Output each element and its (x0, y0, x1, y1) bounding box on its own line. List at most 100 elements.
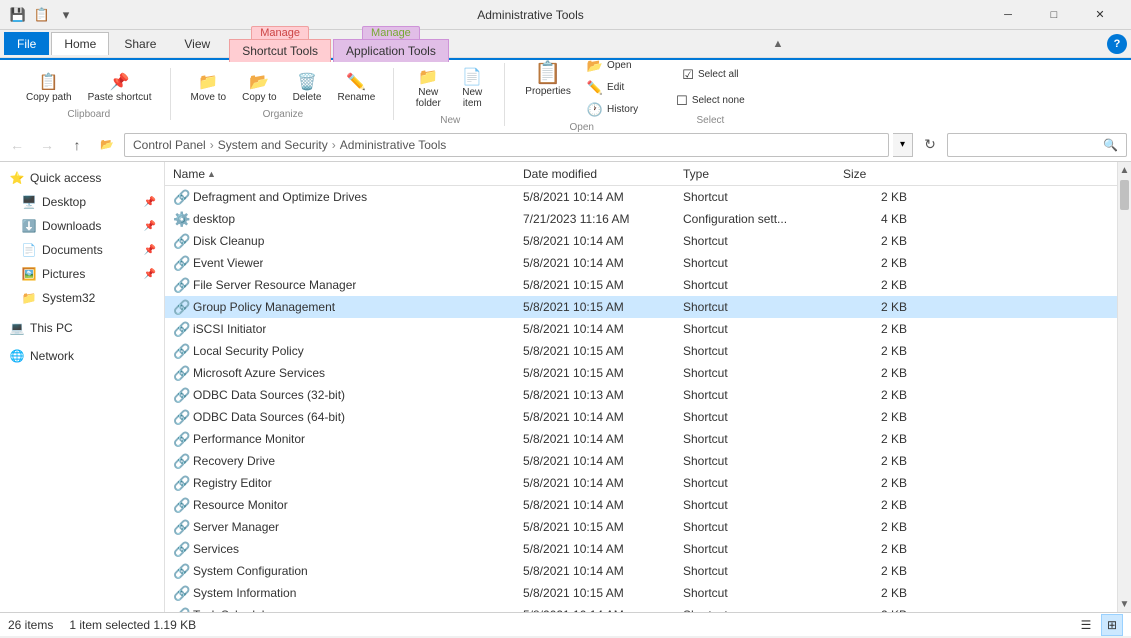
table-row[interactable]: 🔗 System Configuration 5/8/2021 10:14 AM… (165, 560, 1117, 582)
file-type: Shortcut (675, 190, 835, 204)
sidebar-item-system32[interactable]: 📁 System32 (0, 286, 164, 310)
close-button[interactable]: ✕ (1077, 0, 1123, 30)
forward-button[interactable]: → (34, 132, 60, 158)
manage-shortcut-context-label: Manage (251, 26, 309, 39)
refresh-button[interactable]: ↻ (917, 132, 943, 158)
scroll-down-arrow[interactable]: ▼ (1118, 596, 1131, 612)
maximize-button[interactable]: □ (1031, 0, 1077, 30)
file-name: iSCSI Initiator (193, 322, 266, 336)
table-row[interactable]: 🔗 Microsoft Azure Services 5/8/2021 10:1… (165, 362, 1117, 384)
file-size: 2 KB (835, 520, 915, 534)
search-input[interactable] (956, 138, 1103, 152)
sidebar-item-pictures[interactable]: 🖼️ Pictures 📌 (0, 262, 164, 286)
up-button[interactable]: ↑ (64, 132, 90, 158)
tab-view[interactable]: View (171, 32, 223, 55)
address-dropdown-button[interactable]: ▾ (893, 133, 913, 157)
sidebar-item-downloads[interactable]: ⬇️ Downloads 📌 (0, 214, 164, 238)
properties-ribbon-button[interactable]: 📋Properties (519, 56, 577, 120)
sidebar-item-this-pc[interactable]: 💻 This PC (0, 316, 164, 340)
table-row[interactable]: 🔗 iSCSI Initiator 5/8/2021 10:14 AM Shor… (165, 318, 1117, 340)
file-type: Shortcut (675, 366, 835, 380)
sidebar: ⭐ Quick access 🖥️ Desktop 📌 ⬇️ Downloads… (0, 162, 165, 612)
history-button[interactable]: 🕐History (581, 100, 644, 120)
recent-locations-button[interactable]: 📂 (94, 132, 120, 158)
paste-shortcut-button[interactable]: 📌Paste shortcut (82, 68, 158, 107)
file-date: 5/8/2021 10:14 AM (515, 322, 675, 336)
open-button[interactable]: 📂Open (581, 56, 644, 76)
table-row[interactable]: 🔗 System Information 5/8/2021 10:15 AM S… (165, 582, 1117, 604)
select-none-button[interactable]: ☐Select none (670, 89, 750, 113)
file-date: 5/8/2021 10:15 AM (515, 586, 675, 600)
col-header-date[interactable]: Date modified (515, 167, 675, 181)
qa-dropdown-icon[interactable]: ▾ (56, 5, 76, 25)
sidebar-item-desktop[interactable]: 🖥️ Desktop 📌 (0, 190, 164, 214)
pin-icon-downloads: 📌 (144, 221, 156, 232)
table-row[interactable]: 🔗 Local Security Policy 5/8/2021 10:15 A… (165, 340, 1117, 362)
tab-file[interactable]: File (4, 32, 49, 55)
ribbon-tab-row: File Home Share View Manage Shortcut Too… (0, 30, 1131, 58)
rename-button[interactable]: ✏️Rename (331, 68, 381, 107)
table-row[interactable]: 🔗 Services 5/8/2021 10:14 AM Shortcut 2 … (165, 538, 1117, 560)
table-row[interactable]: 🔗 Group Policy Management 5/8/2021 10:15… (165, 296, 1117, 318)
table-row[interactable]: ⚙️ desktop 7/21/2023 11:16 AM Configurat… (165, 208, 1117, 230)
search-box[interactable]: 🔍 (947, 133, 1127, 157)
file-list[interactable]: Name ▲ Date modified Type Size 🔗 Defragm… (165, 162, 1117, 612)
col-header-size[interactable]: Size (835, 167, 915, 181)
help-button[interactable]: ? (1107, 34, 1127, 54)
path-admin-tools: Administrative Tools (340, 138, 447, 152)
table-row[interactable]: 🔗 Recovery Drive 5/8/2021 10:14 AM Short… (165, 450, 1117, 472)
tab-shortcut-tools[interactable]: Shortcut Tools (229, 39, 331, 62)
large-icons-view-button[interactable]: ⊞ (1101, 614, 1123, 636)
scroll-track[interactable] (1118, 178, 1131, 596)
delete-button[interactable]: 🗑️Delete (287, 68, 328, 107)
move-to-button[interactable]: 📁Move to (185, 68, 233, 107)
table-row[interactable]: 🔗 Registry Editor 5/8/2021 10:14 AM Shor… (165, 472, 1117, 494)
sidebar-item-network[interactable]: 🌐 Network (0, 344, 164, 368)
table-row[interactable]: 🔗 Server Manager 5/8/2021 10:15 AM Short… (165, 516, 1117, 538)
table-row[interactable]: 🔗 ODBC Data Sources (64-bit) 5/8/2021 10… (165, 406, 1117, 428)
table-row[interactable]: 🔗 Event Viewer 5/8/2021 10:14 AM Shortcu… (165, 252, 1117, 274)
file-type: Shortcut (675, 454, 835, 468)
col-header-type[interactable]: Type (675, 167, 835, 181)
minimize-button[interactable]: ─ (985, 0, 1031, 30)
tab-share[interactable]: Share (111, 32, 169, 55)
new-item-button[interactable]: 📄Newitem (452, 63, 492, 113)
file-size: 2 KB (835, 498, 915, 512)
back-button[interactable]: ← (4, 132, 30, 158)
new-folder-button[interactable]: 📁Newfolder (408, 63, 448, 113)
copy-to-button[interactable]: 📂Copy to (236, 68, 282, 107)
selected-info: 1 item selected 1.19 KB (69, 618, 196, 632)
file-size: 2 KB (835, 256, 915, 270)
system32-icon: 📁 (20, 289, 38, 307)
ribbon-collapse-btn[interactable]: ▲ (766, 36, 789, 52)
scroll-thumb[interactable] (1120, 180, 1129, 210)
table-row[interactable]: 🔗 Performance Monitor 5/8/2021 10:14 AM … (165, 428, 1117, 450)
table-row[interactable]: 🔗 Defragment and Optimize Drives 5/8/202… (165, 186, 1117, 208)
path-system-security: System and Security (218, 138, 328, 152)
sidebar-item-documents[interactable]: 📄 Documents 📌 (0, 238, 164, 262)
address-path[interactable]: Control Panel › System and Security › Ad… (124, 133, 889, 157)
sort-arrow-name: ▲ (207, 169, 216, 179)
tab-home[interactable]: Home (51, 32, 109, 55)
file-size: 2 KB (835, 322, 915, 336)
tab-app-tools[interactable]: Application Tools (333, 39, 449, 62)
select-all-button[interactable]: ☑Select all (676, 63, 744, 87)
table-row[interactable]: 🔗 Resource Monitor 5/8/2021 10:14 AM Sho… (165, 494, 1117, 516)
file-size: 4 KB (835, 212, 915, 226)
file-type: Shortcut (675, 586, 835, 600)
properties-icon[interactable]: 📋 (32, 5, 52, 25)
sidebar-item-quick-access[interactable]: ⭐ Quick access (0, 166, 164, 190)
table-row[interactable]: 🔗 File Server Resource Manager 5/8/2021 … (165, 274, 1117, 296)
file-icon: 🔗 (173, 497, 189, 513)
right-scrollbar[interactable]: ▲ ▼ (1117, 162, 1131, 612)
table-row[interactable]: 🔗 Disk Cleanup 5/8/2021 10:14 AM Shortcu… (165, 230, 1117, 252)
col-header-name[interactable]: Name ▲ (165, 167, 515, 181)
details-view-button[interactable]: ☰ (1075, 614, 1097, 636)
ribbon: File Home Share View Manage Shortcut Too… (0, 30, 1131, 128)
save-icon[interactable]: 💾 (8, 5, 28, 25)
table-row[interactable]: 🔗 Task Scheduler 5/8/2021 10:14 AM Short… (165, 604, 1117, 612)
table-row[interactable]: 🔗 ODBC Data Sources (32-bit) 5/8/2021 10… (165, 384, 1117, 406)
edit-button[interactable]: ✏️Edit (581, 78, 644, 98)
scroll-up-arrow[interactable]: ▲ (1118, 162, 1131, 178)
copy-path-button[interactable]: 📋Copy path (20, 68, 78, 107)
